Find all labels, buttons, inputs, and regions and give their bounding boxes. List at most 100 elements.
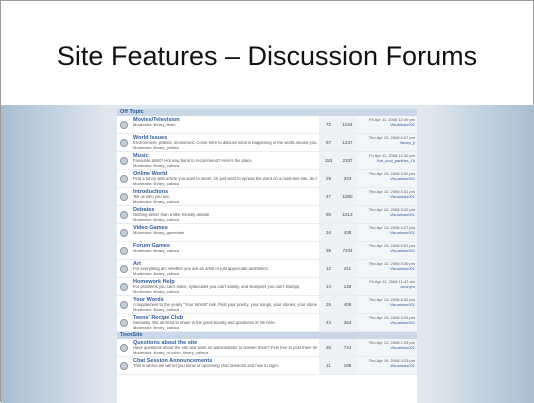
last-post-author-link[interactable]: Visualmax001 [359,363,415,369]
forum-status-icon [117,188,131,205]
forum-info: Online World Find a funny web article you… [131,170,319,187]
last-post-author-link[interactable]: Visualmax001 [359,320,415,326]
forum-moderator[interactable]: Moderator: library_calinca [133,289,317,294]
forum-row: Movies/Television Moderator: library_team… [117,116,417,134]
posts-count: 1060 [338,188,357,205]
topics-count: 43 [319,314,338,331]
last-post: Thu Apr 10, 2008 1:29 pm Visualmax001 [357,339,417,356]
last-post: Thu Apr 10, 2008 4:27 pm Visualmax001 [357,224,417,241]
last-post: Fri Apr 11, 2008 12:30 pm the_cool_panthe… [357,152,417,169]
forum-row: Online World Find a funny web article you… [117,170,417,188]
forum-status-icon [117,206,131,223]
topics-count: 47 [319,188,338,205]
forum-moderator[interactable]: Moderator: library_calinca [133,271,317,276]
forum-status-icon [117,296,131,313]
last-post-author-link[interactable]: Visualmax001 [359,302,415,308]
forum-status-icon [117,278,131,295]
forum-info: Teens' Recipe Club Seriously. We all need… [131,314,319,331]
forum-status-icon [117,339,131,356]
last-post-author-link[interactable]: Visualmax001 [359,122,415,128]
topics-count: 153 [319,152,338,169]
forum-info: Debates Nothing better than a little frie… [131,206,319,223]
slide-title: Site Features – Discussion Forums [56,41,478,71]
forum-status-icon [117,224,131,241]
last-post-author-link[interactable]: Visualmax001 [359,176,415,182]
forum-status-icon [117,260,131,277]
forum-status-icon [117,134,131,151]
forum-row: Debates Nothing better than a little frie… [117,206,417,224]
forum-info: Forum Games Moderator: library_calinca [131,242,319,259]
last-post: Thu Apr 10, 2008 4:07 pm library_jl [357,134,417,151]
posts-count: 1237 [338,134,357,151]
topics-count: 34 [319,224,338,241]
forum-status-icon [117,152,131,169]
topics-count: 87 [319,134,338,151]
forum-row: Chat Session Announcements This is where … [117,357,417,375]
last-post-author-link[interactable]: Visualmax001 [359,266,415,272]
topics-count: 26 [319,296,338,313]
posts-count: 1044 [338,116,357,133]
forum-info: Video Games Moderator: library_gamebate [131,224,319,241]
topics-count: 11 [319,357,338,374]
forum-info: Your Words A supplement to the yearly "Yo… [131,296,319,313]
forum-moderator[interactable]: Moderator: library_gamebate [133,230,317,235]
category-header[interactable]: TeenSite [117,332,417,339]
last-post-author-link[interactable]: Anonym [359,284,415,290]
slide: Site Features – Discussion Forums Off To… [0,0,534,403]
forum-moderator[interactable]: Moderator: library_m.colon, library_cali… [133,350,317,355]
forum-info: World Issues Environment, politics, econo… [131,134,319,151]
forum-moderator[interactable]: Moderator: library_calinca [133,217,317,222]
topics-count: 29 [319,170,338,187]
last-post-author-link[interactable]: Visualmax001 [359,248,415,254]
forum-info: Introductions Tell us who you are. Moderat… [131,188,319,205]
topics-count: 72 [319,116,338,133]
posts-count: 405 [338,296,357,313]
posts-count: 1013 [338,206,357,223]
forum-moderator[interactable]: Moderator: library_calinca [133,181,317,186]
forum-row: Homework Help For problems you can't solv… [117,278,417,296]
last-post-author-link[interactable]: the_cool_panther_15 [359,158,415,164]
last-post: Fri Apr 11, 2008 12:49 pm Visualmax001 [357,116,417,133]
forum-status-icon [117,170,131,187]
forum-moderator[interactable]: Moderator: library_politics [133,145,317,150]
forum-moderator[interactable]: Moderator: library_calinca [133,248,317,253]
posts-count: 211 [338,260,357,277]
posts-count: 343 [338,170,357,187]
posts-count: 195 [338,357,357,374]
last-post-author-link[interactable]: library_jl [359,140,415,146]
forum-row: Your Words A supplement to the yearly "Yo… [117,296,417,314]
forum-row: Music Favourite artist? Hot new band to r… [117,152,417,170]
posts-count: 364 [338,314,357,331]
category-header[interactable]: Off Topic [117,109,417,116]
forum-status-icon [117,357,131,374]
last-post: Thu Apr 10, 2008 3:22 pm Visualmax001 [357,206,417,223]
last-post-author-link[interactable]: Visualmax001 [359,230,415,236]
last-post: Thu Apr 10, 2008 4:57 pm Visualmax001 [357,242,417,259]
forum-moderator[interactable]: Moderator: library_team [133,122,317,127]
forum-row: World Issues Environment, politics, econo… [117,134,417,152]
last-post: Thu Apr 10, 2008 4:31 pm Visualmax001 [357,188,417,205]
topics-count: 35 [319,242,338,259]
forum-moderator[interactable]: Moderator: library_calinca [133,307,317,312]
forum-status-icon [117,242,131,259]
forum-moderator[interactable]: Moderator: library_calinca [133,325,317,330]
forum-status-icon [117,314,131,331]
forum-info: Questions about the site Have questions a… [131,339,319,356]
forum-moderator[interactable]: Moderator: library_calinca [133,199,317,204]
last-post: Thu Apr 10, 2008 3:52 pm Visualmax001 [357,170,417,187]
forum-row: Questions about the site Have questions a… [117,339,417,357]
posts-count: 7234 [338,242,357,259]
last-post: Fri Apr 11, 2008 11:47 am Anonym [357,278,417,295]
forum-list: Off Topic Movies/Television Moderator: lib… [117,109,417,403]
forum-row: Art For everything art: whether you are a… [117,260,417,278]
topics-count: 14 [319,278,338,295]
forum-description: This is where we will let you know of up… [133,364,279,368]
last-post-author-link[interactable]: Visualmax001 [359,345,415,351]
posts-count: 149 [338,278,357,295]
last-post-author-link[interactable]: Visualmax001 [359,194,415,200]
forum-moderator[interactable]: Moderator: library_calinca [133,163,317,168]
forum-row: Introductions Tell us who you are. Moderat… [117,188,417,206]
topics-count: 30 [319,339,338,356]
posts-count: 2337 [338,152,357,169]
last-post-author-link[interactable]: Visualmax001 [359,212,415,218]
